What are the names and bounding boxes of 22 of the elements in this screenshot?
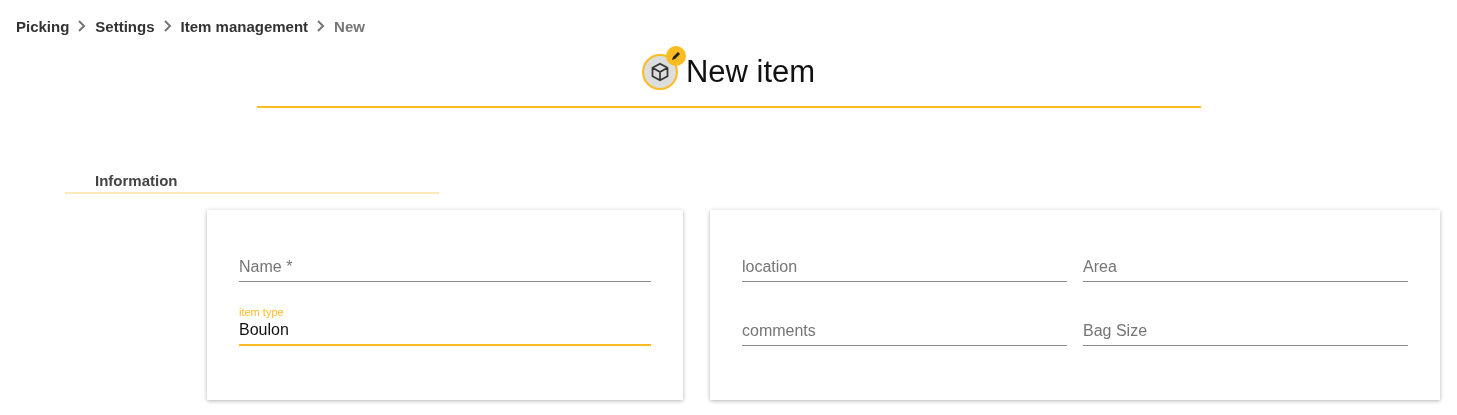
input-field[interactable]: Bag Size	[1083, 298, 1408, 346]
input-field[interactable]: Name *	[239, 234, 651, 282]
edit-button[interactable]	[665, 46, 686, 66]
breadcrumb-link[interactable]: Picking	[16, 17, 70, 35]
section-title: Information	[95, 172, 178, 189]
cube-icon	[649, 62, 670, 82]
breadcrumb-link[interactable]: Item management	[180, 17, 309, 35]
breadcrumb-link[interactable]: Settings	[95, 17, 155, 35]
text-input[interactable]: Bag Size	[1083, 322, 1408, 340]
input-field[interactable]: location	[742, 234, 1067, 282]
input-field[interactable]: item type Boulon	[239, 298, 651, 346]
text-input[interactable]: location	[742, 258, 1067, 276]
text-input[interactable]: comments	[742, 322, 1067, 340]
text-input[interactable]: Area	[1083, 258, 1408, 276]
field-label: item type	[239, 306, 285, 318]
page-title: New item	[685, 54, 816, 90]
input-field[interactable]: comments	[742, 298, 1067, 346]
input-field[interactable]: Area	[1083, 234, 1408, 282]
breadcrumb-link[interactable]: New	[334, 17, 365, 35]
text-input[interactable]: Name *	[239, 258, 651, 276]
pencil-icon	[669, 50, 682, 62]
text-input[interactable]: Boulon	[239, 321, 651, 339]
